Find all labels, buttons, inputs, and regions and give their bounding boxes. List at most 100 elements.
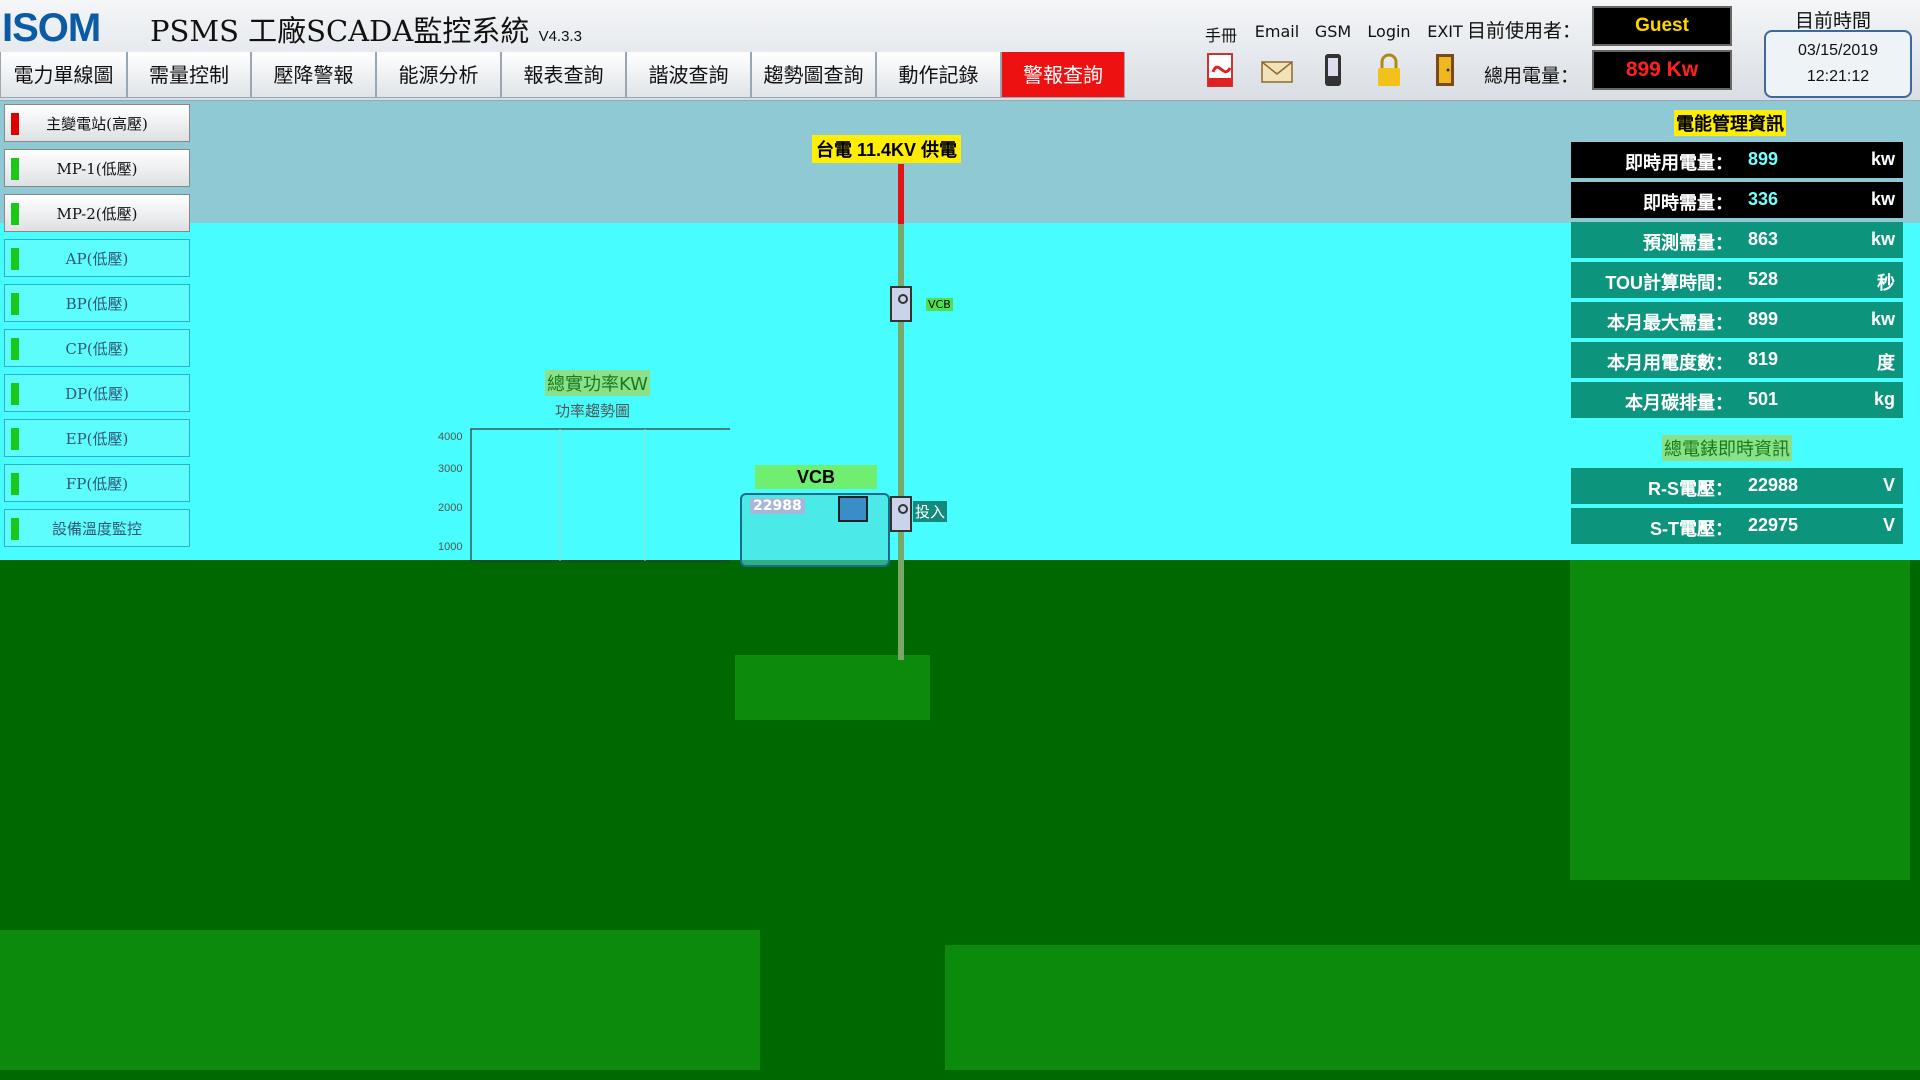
- tab-single-line-diagram[interactable]: 電力單線圖: [0, 52, 127, 98]
- login-button[interactable]: Login: [1366, 22, 1412, 88]
- info-label: TOU計算時間：: [1605, 273, 1733, 293]
- meter-label: R-S電壓：: [1648, 479, 1733, 499]
- sidebar-item-ap[interactable]: AP(低壓): [4, 239, 190, 277]
- tab-report-query[interactable]: 報表查詢: [501, 52, 626, 98]
- meter-row-st-voltage: S-T電壓： 22975 V: [1571, 508, 1903, 544]
- lower-block: [1570, 560, 1910, 880]
- status-indicator: [11, 383, 19, 405]
- lower-block: [945, 945, 1920, 1070]
- sidebar-item-fp[interactable]: FP(低壓): [4, 464, 190, 502]
- tab-alarm-query[interactable]: 警報查詢: [1001, 52, 1125, 98]
- isom-logo: ISOM: [2, 6, 101, 50]
- sidebar-item-main-substation[interactable]: 主變電站(高壓): [4, 104, 190, 142]
- pdf-icon: [1207, 53, 1233, 87]
- vcb-tag: VCB: [926, 298, 953, 311]
- meter-icon: [838, 496, 868, 522]
- status-indicator: [11, 338, 19, 360]
- status-indicator: [11, 158, 19, 180]
- sidebar-item-label: 主變電站(高壓): [46, 115, 148, 133]
- chart-title: 總實功率KW: [545, 370, 650, 396]
- lower-block: [0, 930, 760, 1070]
- sidebar-item-temperature[interactable]: 設備溫度監控: [4, 509, 190, 547]
- lock-icon: [1378, 53, 1400, 86]
- total-power-value: 899 Kw: [1592, 50, 1732, 90]
- circuit-breaker-upper[interactable]: [890, 286, 912, 322]
- tab-energy-analysis[interactable]: 能源分析: [376, 52, 501, 98]
- bus-line-energized: [898, 164, 904, 224]
- status-indicator: [11, 473, 19, 495]
- supply-feed-label: 台電 11.4KV 供電: [812, 135, 962, 163]
- sidebar-item-label: MP-1(低壓): [56, 160, 138, 178]
- status-indicator: [11, 518, 19, 540]
- info-value: 528: [1748, 269, 1779, 289]
- exit-door-icon: [1436, 54, 1454, 86]
- sidebar-item-label: DP(低壓): [65, 385, 129, 403]
- exit-button[interactable]: EXIT: [1422, 22, 1468, 88]
- sidebar-item-label: BP(低壓): [65, 295, 129, 313]
- tab-action-log[interactable]: 動作記錄: [876, 52, 1001, 98]
- info-unit: kg: [1873, 389, 1895, 409]
- lower-block: [735, 655, 930, 720]
- sidebar-item-dp[interactable]: DP(低壓): [4, 374, 190, 412]
- info-label: 本月用電度數：: [1607, 353, 1733, 373]
- clock-title: 目前時間: [1795, 10, 1872, 32]
- info-unit: 秒: [1877, 273, 1895, 293]
- sidebar-item-mp2[interactable]: MP-2(低壓): [4, 194, 190, 232]
- info-value: 336: [1748, 189, 1779, 209]
- info-row-tou-time: TOU計算時間： 528 秒: [1571, 262, 1903, 298]
- vcb-voltage-value: 22988: [750, 498, 805, 514]
- info-label: 本月碳排量：: [1625, 393, 1733, 413]
- status-indicator: [11, 428, 19, 450]
- info-unit: kw: [1870, 229, 1895, 249]
- status-indicator: [11, 203, 19, 225]
- status-indicator: [11, 248, 19, 270]
- info-unit: kw: [1870, 309, 1895, 329]
- y-tick-label: 2000: [438, 502, 462, 514]
- exit-label: EXIT: [1427, 22, 1463, 41]
- current-user-value: Guest: [1592, 6, 1732, 46]
- sidebar-item-label: FP(低壓): [65, 475, 129, 493]
- email-button[interactable]: Email: [1254, 22, 1300, 88]
- status-indicator: [11, 293, 19, 315]
- meter-value: 22988: [1748, 475, 1799, 495]
- info-row-monthly-carbon: 本月碳排量： 501 kg: [1571, 382, 1903, 418]
- app-title-text: PSMS 工廠SCADA監控系統: [150, 14, 530, 48]
- sidebar-item-cp[interactable]: CP(低壓): [4, 329, 190, 367]
- info-label: 即時用電量：: [1625, 153, 1733, 173]
- login-label: Login: [1367, 22, 1411, 41]
- app-version: V4.3.3: [538, 28, 582, 45]
- tab-demand-control[interactable]: 需量控制: [127, 52, 251, 98]
- meter-unit: V: [1882, 515, 1895, 535]
- chart-subtitle: 功率趨勢圖: [555, 402, 631, 420]
- sidebar-item-mp1[interactable]: MP-1(低壓): [4, 149, 190, 187]
- manual-button[interactable]: 手冊: [1198, 22, 1244, 88]
- sidebar-item-bp[interactable]: BP(低壓): [4, 284, 190, 322]
- y-tick-label: 3000: [438, 463, 462, 475]
- info-label: 預測需量：: [1643, 233, 1733, 253]
- tab-harmonic-query[interactable]: 諧波查詢: [626, 52, 751, 98]
- sidebar-item-ep[interactable]: EP(低壓): [4, 419, 190, 457]
- clock-time: 12:21:12: [1806, 68, 1870, 85]
- email-icon: [1261, 61, 1293, 83]
- tab-voltage-drop-alarm[interactable]: 壓降警報: [251, 52, 376, 98]
- y-tick-label: 1000: [438, 541, 462, 553]
- breaker-status-label: 投入: [913, 501, 948, 522]
- info-value: 899: [1748, 309, 1779, 329]
- gsm-button[interactable]: GSM: [1310, 22, 1356, 88]
- meter-value: 22975: [1748, 515, 1799, 535]
- tab-trend-query[interactable]: 趨勢圖查詢: [751, 52, 876, 98]
- status-indicator: [11, 113, 19, 135]
- y-tick-label: 4000: [438, 431, 462, 443]
- email-label: Email: [1254, 22, 1300, 41]
- info-row-monthly-max-demand: 本月最大需量： 899 kw: [1571, 302, 1903, 338]
- clock-panel: 03/15/2019 12:21:12: [1764, 30, 1912, 98]
- energy-info-title: 電能管理資訊: [1674, 110, 1786, 136]
- info-row-monthly-energy: 本月用電度數： 819 度: [1571, 342, 1903, 378]
- info-unit: 度: [1877, 353, 1895, 373]
- info-value: 899: [1748, 149, 1779, 169]
- info-value: 819: [1748, 349, 1779, 369]
- main-nav: 電力單線圖 需量控制 壓降警報 能源分析 報表查詢 諧波查詢 趨勢圖查詢 動作記…: [0, 52, 1125, 100]
- power-trend-chart: 4000 3000 2000 1000: [438, 428, 730, 562]
- circuit-breaker-lower[interactable]: [890, 496, 912, 532]
- info-label: 本月最大需量：: [1607, 313, 1733, 333]
